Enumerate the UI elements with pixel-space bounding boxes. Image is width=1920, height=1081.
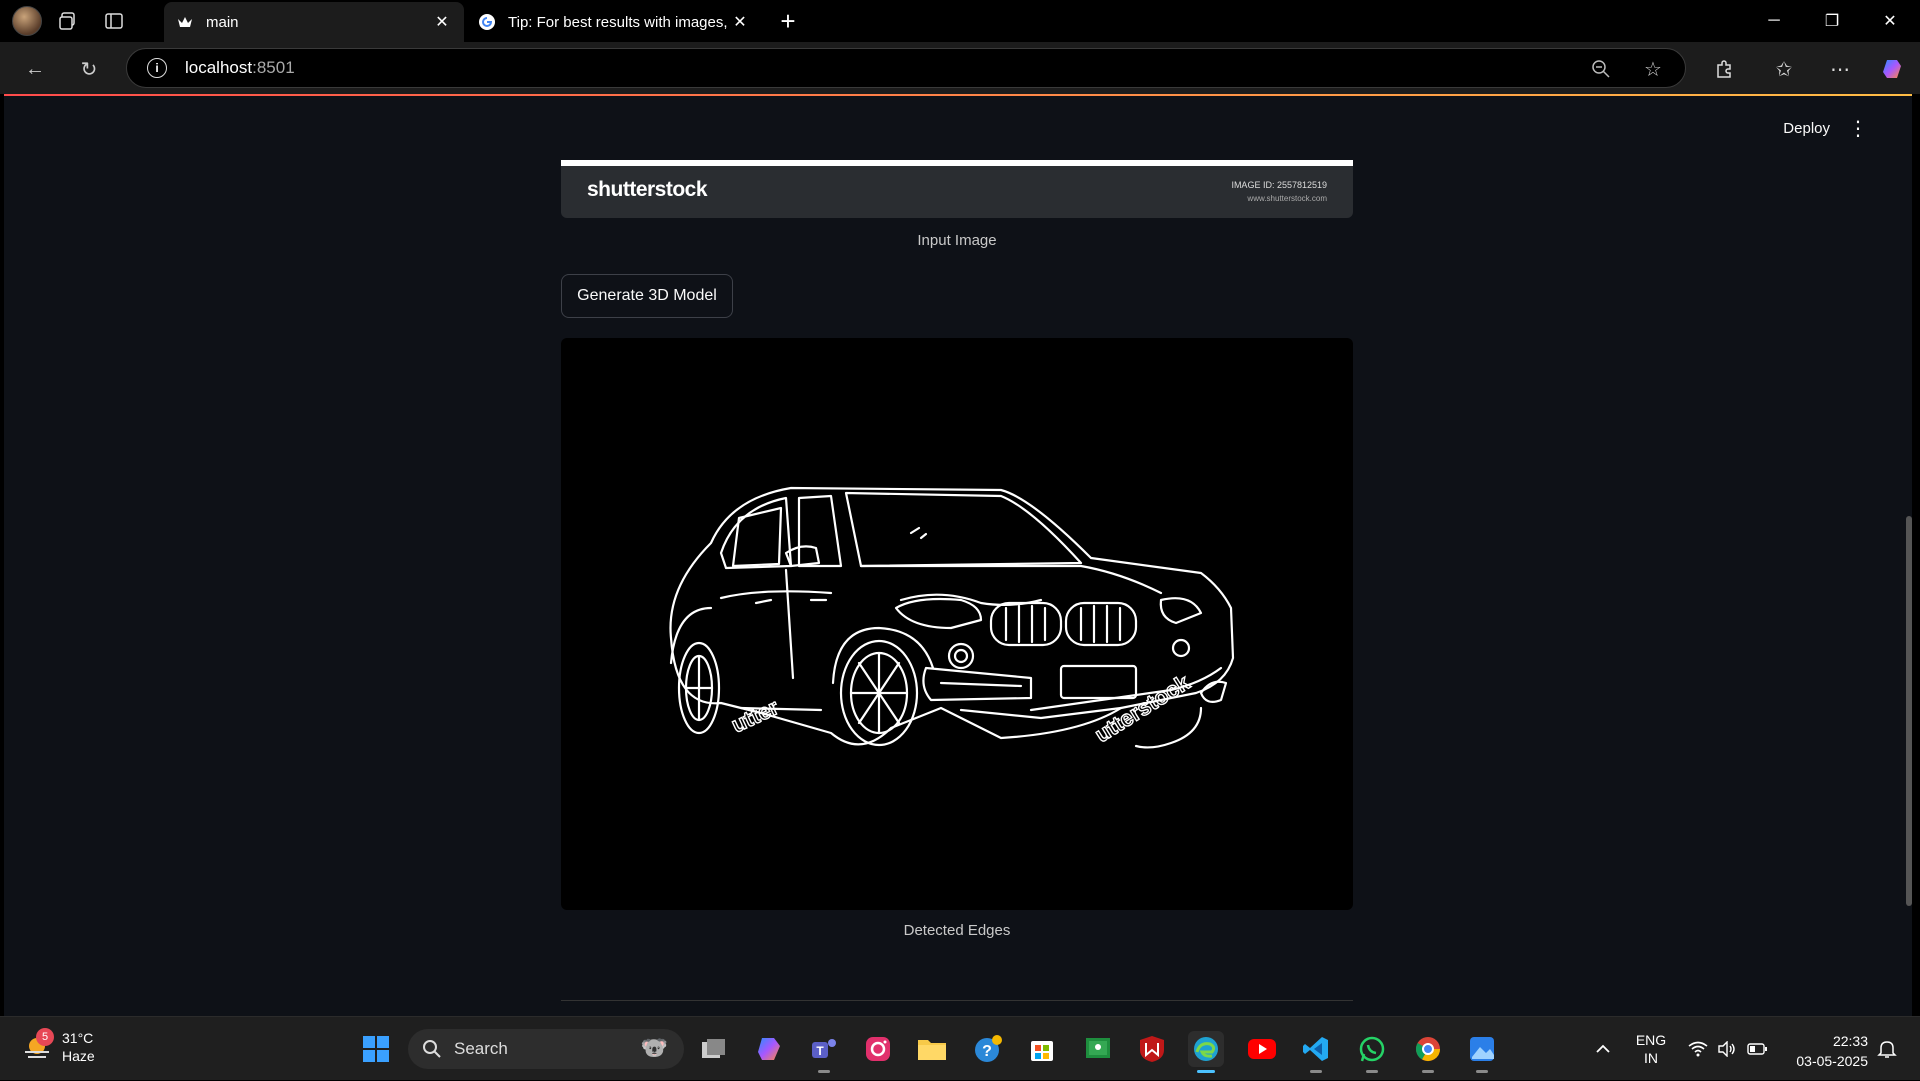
- show-hidden-icons[interactable]: [1588, 1017, 1618, 1081]
- wifi-icon[interactable]: [1684, 1017, 1712, 1081]
- main-menu-icon[interactable]: ⋮: [1848, 116, 1868, 141]
- favorite-star-icon[interactable]: ☆: [1633, 49, 1673, 89]
- copilot-icon[interactable]: [1874, 52, 1914, 86]
- extensions-icon[interactable]: [1704, 52, 1744, 86]
- vscode-icon[interactable]: [1298, 1031, 1334, 1073]
- lang-line2: IN: [1644, 1050, 1658, 1066]
- restore-icon[interactable]: ❐: [1804, 0, 1860, 42]
- vertical-tabs-icon[interactable]: [94, 0, 134, 42]
- photos-icon[interactable]: [1464, 1031, 1500, 1073]
- clock-time: 22:33: [1832, 1033, 1868, 1049]
- taskbar-clock[interactable]: 22:33 03-05-2025: [1796, 1031, 1868, 1071]
- input-image-caption: Input Image: [917, 232, 997, 249]
- edge-watermark-right: utterstock: [1090, 669, 1194, 747]
- youtube-icon[interactable]: [1244, 1031, 1280, 1067]
- url-text: localhost:8501: [185, 58, 295, 77]
- close-tab-icon[interactable]: ✕: [730, 12, 750, 32]
- tab-main[interactable]: main ✕: [164, 2, 464, 42]
- streamlit-crown-icon: [176, 13, 194, 31]
- car-edges-drawing: utter utterstock: [669, 486, 1235, 749]
- close-window-icon[interactable]: ✕: [1862, 0, 1918, 42]
- copilot-app-icon[interactable]: [752, 1031, 788, 1067]
- header-decoration: [4, 94, 1912, 96]
- detected-edges-image: utter utterstock: [561, 338, 1353, 910]
- address-bar-row: ← ↻ i localhost:8501 ☆ ✩ ⋯: [0, 42, 1920, 94]
- svg-text:T: T: [816, 1044, 824, 1058]
- zoom-icon[interactable]: [1581, 49, 1621, 89]
- workspaces-icon[interactable]: [48, 0, 88, 42]
- whatsapp-icon[interactable]: [1354, 1031, 1390, 1073]
- new-tab-button[interactable]: +: [772, 6, 804, 36]
- notification-bell-icon[interactable]: [1874, 1017, 1900, 1081]
- teams-icon[interactable]: T: [806, 1031, 842, 1073]
- generate-3d-model-button[interactable]: Generate 3D Model: [561, 274, 733, 318]
- back-icon[interactable]: ←: [18, 52, 52, 86]
- google-icon: [478, 13, 496, 31]
- divider: [561, 1000, 1353, 1001]
- search-highlight-icon: 🐨: [640, 1035, 668, 1060]
- weather-badge: 5: [36, 1028, 54, 1046]
- weather-temp: 31°C: [62, 1030, 94, 1046]
- profile-avatar[interactable]: [12, 6, 42, 36]
- get-help-icon[interactable]: ?: [970, 1031, 1006, 1067]
- search-label: Search: [454, 1039, 508, 1058]
- weather-desc: Haze: [62, 1048, 95, 1064]
- start-windows-icon[interactable]: [358, 1031, 394, 1067]
- shutterstock-logo: shutterstock: [587, 178, 708, 201]
- minimize-icon[interactable]: ─: [1746, 0, 1802, 42]
- svg-text:?: ?: [982, 1043, 992, 1060]
- image-id-text: IMAGE ID: 2557812519: [1231, 180, 1327, 190]
- classroom-icon[interactable]: [1080, 1031, 1116, 1067]
- battery-icon[interactable]: [1744, 1017, 1770, 1081]
- page-scrollbar[interactable]: [1906, 516, 1912, 906]
- edge-browser-icon[interactable]: [1188, 1031, 1224, 1073]
- instagram-icon[interactable]: [860, 1031, 896, 1067]
- reload-icon[interactable]: ↻: [72, 52, 106, 86]
- search-icon: [423, 1040, 441, 1058]
- image-url-text: www.shutterstock.com: [1247, 194, 1327, 203]
- clock-date: 03-05-2025: [1796, 1053, 1868, 1069]
- weather-widget[interactable]: 5 31°C Haze: [22, 1028, 95, 1065]
- deploy-button[interactable]: Deploy: [1783, 120, 1830, 137]
- volume-icon[interactable]: [1714, 1017, 1740, 1081]
- taskbar-search[interactable]: Search 🐨: [408, 1029, 684, 1069]
- detected-edges-caption: Detected Edges: [903, 922, 1011, 939]
- weather-haze-icon: 5: [22, 1028, 54, 1062]
- input-image: shutterstock IMAGE ID: 2557812519 www.sh…: [561, 160, 1353, 218]
- url-input[interactable]: i localhost:8501 ☆: [126, 48, 1686, 88]
- tab-title: main: [206, 13, 239, 31]
- site-info-icon[interactable]: i: [147, 58, 167, 78]
- lang-line1: ENG: [1635, 1032, 1667, 1048]
- edge-watermark-left: utter: [728, 694, 783, 738]
- file-explorer-icon[interactable]: [914, 1031, 950, 1067]
- microsoft-store-icon[interactable]: [1024, 1031, 1060, 1067]
- chrome-icon[interactable]: [1410, 1031, 1446, 1073]
- language-indicator[interactable]: ENG IN: [1626, 1017, 1676, 1081]
- more-options-icon[interactable]: ⋯: [1820, 52, 1860, 86]
- favorites-icon[interactable]: ✩: [1764, 52, 1804, 86]
- browser-tab-bar: main ✕ Tip: For best results with images…: [0, 0, 1920, 42]
- tab-tip[interactable]: Tip: For best results with images, c ✕: [466, 2, 762, 42]
- task-view-icon[interactable]: [696, 1031, 732, 1067]
- tab-title: Tip: For best results with images, c: [508, 13, 730, 31]
- mcafee-icon[interactable]: [1134, 1031, 1170, 1067]
- windows-taskbar: 5 31°C Haze Search 🐨 T ? ENG IN 22:33 03…: [0, 1016, 1920, 1080]
- app-page: Deploy ⋮ shutterstock IMAGE ID: 25578125…: [4, 94, 1912, 1016]
- close-tab-icon[interactable]: ✕: [432, 12, 452, 32]
